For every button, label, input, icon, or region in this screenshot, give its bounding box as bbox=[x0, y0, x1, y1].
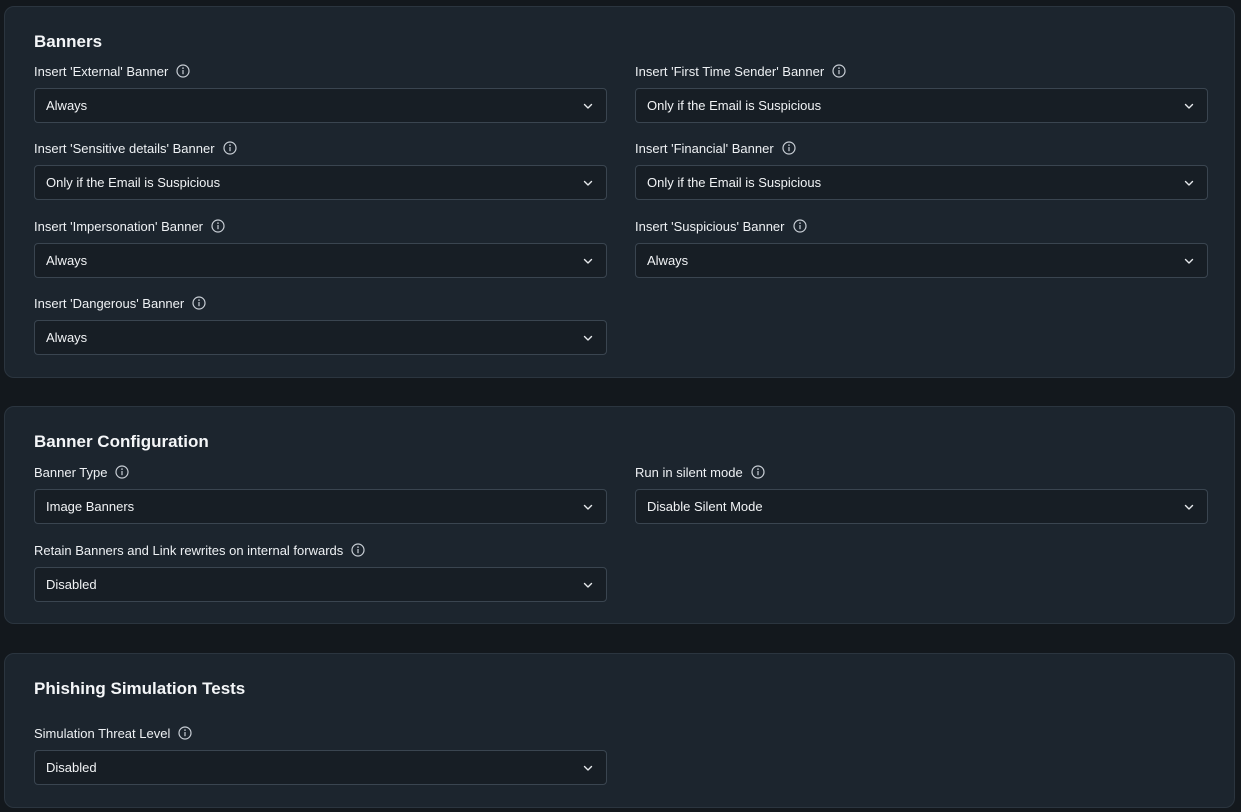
simulation-threat-level-select[interactable]: Disabled bbox=[34, 750, 607, 785]
info-icon[interactable] bbox=[751, 465, 765, 479]
simulation-threat-level-label: Simulation Threat Level bbox=[34, 725, 171, 741]
suspicious-banner-label: Insert 'Suspicious' Banner bbox=[635, 218, 785, 234]
financial-banner-select[interactable]: Only if the Email is Suspicious bbox=[635, 165, 1208, 200]
retain-banners-select[interactable]: Disabled bbox=[34, 567, 607, 602]
info-icon[interactable] bbox=[222, 141, 237, 155]
info-icon[interactable] bbox=[192, 296, 206, 310]
first-time-sender-banner-label: Insert 'First Time Sender' Banner bbox=[635, 63, 825, 79]
sensitive-details-banner-label: Insert 'Sensitive details' Banner bbox=[34, 140, 215, 156]
info-icon[interactable] bbox=[782, 141, 796, 155]
simulation-threat-level-value: Disabled bbox=[46, 760, 97, 775]
chevron-down-icon bbox=[583, 258, 593, 264]
first-time-sender-banner-select[interactable]: Only if the Email is Suspicious bbox=[635, 88, 1208, 123]
external-banner-select[interactable]: Always bbox=[34, 88, 607, 123]
banner-type-field: Banner Type Image Banners bbox=[34, 463, 607, 524]
chevron-down-icon bbox=[583, 765, 593, 771]
financial-banner-label: Insert 'Financial' Banner bbox=[635, 140, 774, 156]
retain-banners-label: Retain Banners and Link rewrites on inte… bbox=[34, 542, 344, 558]
simulation-threat-level-field: Simulation Threat Level Disabled bbox=[34, 724, 607, 785]
chevron-down-icon bbox=[583, 582, 593, 588]
chevron-down-icon bbox=[1184, 103, 1194, 109]
info-icon[interactable] bbox=[115, 465, 130, 479]
sensitive-details-banner-select[interactable]: Only if the Email is Suspicious bbox=[34, 165, 607, 200]
external-banner-label: Insert 'External' Banner bbox=[34, 63, 169, 79]
info-icon[interactable] bbox=[832, 64, 846, 78]
silent-mode-field: Run in silent mode Disable Silent Mode bbox=[635, 463, 1208, 524]
banners-title: Banners bbox=[34, 32, 103, 51]
phishing-simulation-title: Phishing Simulation Tests bbox=[34, 679, 246, 698]
chevron-down-icon bbox=[1184, 504, 1194, 510]
impersonation-banner-value: Always bbox=[46, 253, 88, 268]
info-icon[interactable] bbox=[792, 219, 807, 233]
sensitive-details-banner-value: Only if the Email is Suspicious bbox=[46, 175, 221, 190]
dangerous-banner-select[interactable]: Always bbox=[34, 320, 607, 355]
chevron-down-icon bbox=[583, 335, 593, 341]
financial-banner-value: Only if the Email is Suspicious bbox=[647, 175, 822, 190]
chevron-down-icon bbox=[583, 180, 593, 186]
banner-configuration-title: Banner Configuration bbox=[34, 432, 209, 451]
info-icon[interactable] bbox=[351, 543, 365, 557]
info-icon[interactable] bbox=[211, 219, 225, 233]
chevron-down-icon bbox=[1184, 258, 1194, 264]
chevron-down-icon bbox=[583, 103, 593, 109]
banner-type-value: Image Banners bbox=[46, 499, 135, 514]
impersonation-banner-select[interactable]: Always bbox=[34, 243, 607, 278]
external-banner-value: Always bbox=[46, 98, 88, 113]
suspicious-banner-field: Insert 'Suspicious' Banner Always bbox=[635, 217, 1208, 278]
retain-banners-field: Retain Banners and Link rewrites on inte… bbox=[34, 541, 607, 602]
first-time-sender-banner-value: Only if the Email is Suspicious bbox=[647, 98, 822, 113]
chevron-down-icon bbox=[583, 504, 593, 510]
silent-mode-label: Run in silent mode bbox=[635, 464, 743, 480]
silent-mode-select[interactable]: Disable Silent Mode bbox=[635, 489, 1208, 524]
dangerous-banner-field: Insert 'Dangerous' Banner Always bbox=[34, 294, 607, 355]
banners-card: Banners Insert 'External' Banner Always … bbox=[4, 6, 1235, 378]
silent-mode-value: Disable Silent Mode bbox=[647, 499, 763, 514]
suspicious-banner-select[interactable]: Always bbox=[635, 243, 1208, 278]
info-icon[interactable] bbox=[176, 64, 190, 78]
suspicious-banner-value: Always bbox=[647, 253, 689, 268]
banner-type-select[interactable]: Image Banners bbox=[34, 489, 607, 524]
banner-type-label: Banner Type bbox=[34, 464, 108, 480]
impersonation-banner-field: Insert 'Impersonation' Banner Always bbox=[34, 217, 607, 278]
dangerous-banner-label: Insert 'Dangerous' Banner bbox=[34, 295, 185, 311]
financial-banner-field: Insert 'Financial' Banner Only if the Em… bbox=[635, 139, 1208, 200]
sensitive-details-banner-field: Insert 'Sensitive details' Banner Only i… bbox=[34, 139, 607, 200]
retain-banners-value: Disabled bbox=[46, 577, 97, 592]
impersonation-banner-label: Insert 'Impersonation' Banner bbox=[34, 218, 203, 234]
chevron-down-icon bbox=[1184, 180, 1194, 186]
info-icon[interactable] bbox=[178, 726, 192, 740]
dangerous-banner-value: Always bbox=[46, 330, 88, 345]
first-time-sender-banner-field: Insert 'First Time Sender' Banner Only i… bbox=[635, 62, 1208, 123]
external-banner-field: Insert 'External' Banner Always bbox=[34, 62, 607, 123]
phishing-simulation-card: Phishing Simulation Tests Simulation Thr… bbox=[4, 653, 1235, 808]
banner-configuration-card: Banner Configuration Banner Type Image B… bbox=[4, 406, 1235, 624]
